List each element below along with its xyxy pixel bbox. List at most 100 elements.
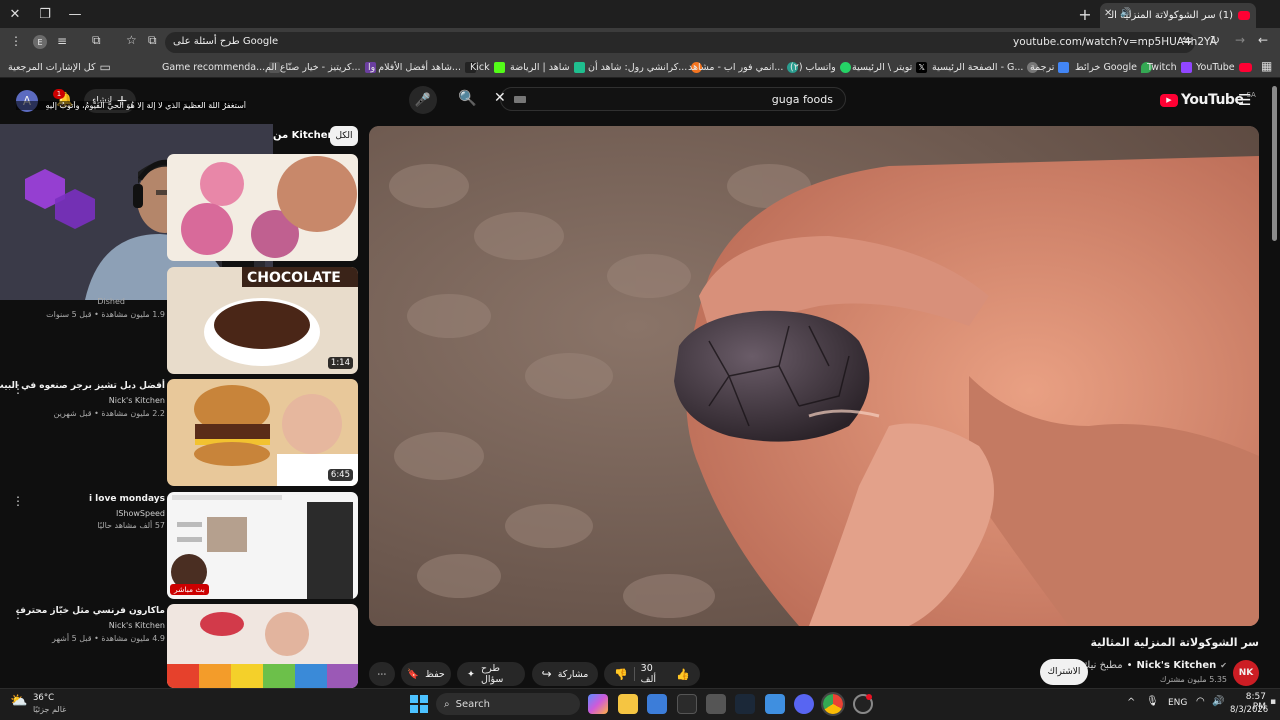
recommendation-thumbnail[interactable]: CHOCOLATE 1:14 xyxy=(167,267,358,374)
bookmark-label: خرائط Google xyxy=(1075,61,1137,73)
bookmark-item[interactable]: خرائط Google xyxy=(1075,56,1152,78)
share-button[interactable]: ↪ مشاركة xyxy=(532,662,598,686)
clock-date[interactable]: 8/3/2026 xyxy=(1230,705,1268,715)
recommendation-thumbnail[interactable] xyxy=(167,154,358,261)
close-window-icon[interactable]: ✕ xyxy=(0,0,30,28)
chip-all[interactable]: الكل xyxy=(330,126,358,146)
chip-from-kitchen[interactable]: من Kitchen xyxy=(273,130,335,141)
site-settings-icon[interactable]: ⇋ xyxy=(1182,33,1192,47)
subscribe-button[interactable]: الاشتراك xyxy=(1040,659,1088,685)
search-icon[interactable]: 🔍 xyxy=(458,89,477,107)
taskbar-search[interactable]: ⌕ Search xyxy=(436,693,580,715)
reload-icon[interactable]: ↻ xyxy=(1210,33,1220,47)
bookmark-star-icon[interactable]: ☆ xyxy=(126,33,137,47)
mail-icon[interactable] xyxy=(647,694,667,714)
video-meta: 57 ألف مشاهد حاليًا xyxy=(97,521,165,530)
video-meta: 1.9 مليون مشاهدة • قبل 5 سنوات xyxy=(46,310,165,319)
shahid-icon xyxy=(573,61,585,73)
bookmark-item[interactable]: كرانشي رول: شاهد أن... xyxy=(588,56,703,78)
steam-icon[interactable] xyxy=(735,694,755,714)
vpn-icon[interactable] xyxy=(765,694,785,714)
back-icon[interactable]: ← xyxy=(1258,33,1268,47)
video-title[interactable]: أفضل دبل تشيز برجر صنعوه في البيت xyxy=(0,381,165,391)
terminal-icon[interactable] xyxy=(677,694,697,714)
voice-search-icon[interactable]: 🎤 xyxy=(409,86,437,114)
bookmark-label: واتساب (٢) xyxy=(790,61,836,73)
share-icon: ↪ xyxy=(541,667,552,681)
microphone-icon[interactable]: 🎙 xyxy=(1146,696,1159,707)
restore-window-icon[interactable]: ❐ xyxy=(30,0,60,28)
chrome-icon[interactable] xyxy=(821,692,845,716)
menu-dots-icon[interactable]: ⋮ xyxy=(10,34,22,48)
save-button[interactable]: 🔖 حفظ xyxy=(401,662,451,686)
apps-grid-icon[interactable]: ▦ xyxy=(1261,59,1272,73)
install-app-icon[interactable]: ⧉ xyxy=(148,33,157,48)
like-count[interactable]: 30 ألف xyxy=(641,663,671,685)
channel-avatar[interactable]: NK xyxy=(1233,660,1259,686)
bookmark-item[interactable]: Kick xyxy=(470,56,505,78)
recommendation-thumbnail[interactable]: بث مباشر xyxy=(167,492,358,599)
bookmark-item[interactable]: شاهد | الرياضة xyxy=(510,56,585,78)
more-actions-icon[interactable]: ⋮ xyxy=(12,607,24,621)
video-player[interactable] xyxy=(369,126,1259,626)
bookmark-item[interactable]: انمي فور اب - مشاهد... xyxy=(688,56,799,78)
page-scrollbar-thumb[interactable] xyxy=(1272,86,1277,241)
forward-icon[interactable]: → xyxy=(1235,33,1245,47)
bookmark-item[interactable]: Twitch xyxy=(1147,56,1192,78)
video-title[interactable]: i love mondays xyxy=(89,494,165,504)
keyboard-icon[interactable] xyxy=(514,96,526,103)
minimize-window-icon[interactable]: — xyxy=(60,0,90,28)
channel-name[interactable]: IShowSpeed xyxy=(116,509,165,518)
dislike-icon[interactable]: 👎 xyxy=(614,668,628,681)
wifi-icon[interactable]: ◠ xyxy=(1196,696,1205,707)
profile-avatar[interactable]: E xyxy=(33,35,47,49)
channel-name[interactable]: Nick's Kitchen xyxy=(109,396,165,405)
bookmark-item[interactable]: ترجمة xyxy=(1030,56,1070,78)
ask-button[interactable]: ✦ طرح سؤال xyxy=(457,662,525,686)
video-title[interactable]: ماكارون فرنسي مثل خبّاز محترف xyxy=(16,606,165,616)
copilot-icon[interactable] xyxy=(588,694,608,714)
new-tab-button[interactable]: + xyxy=(1070,0,1100,28)
bookmark-item[interactable]: واتساب (٢) xyxy=(790,56,851,78)
bookmark-item[interactable]: شاهد أفضل الأفلام وا... xyxy=(368,56,476,78)
audio-icon[interactable]: 🔊 xyxy=(1120,8,1131,18)
live-badge: بث مباشر xyxy=(170,584,209,595)
more-actions-icon[interactable]: ⋮ xyxy=(12,494,24,508)
notification-count: 1 xyxy=(53,89,65,99)
channel-name-row[interactable]: مطبخ نيك • Nick's Kitchen ✔ xyxy=(1082,660,1227,671)
youtube-play-logo-icon: ▶ xyxy=(1160,93,1178,107)
bookmark-label: Twitch xyxy=(1147,61,1177,73)
weather-icon[interactable]: ⛅ xyxy=(10,693,27,709)
search-icon: ⌕ xyxy=(444,698,450,710)
weather-temp[interactable]: 36°C xyxy=(33,693,54,703)
bookmark-item[interactable]: كريتيز - خيار صنّاع الم... xyxy=(265,56,376,78)
volume-icon[interactable]: 🔊 xyxy=(1212,696,1224,707)
sparkle-icon: ✦ xyxy=(467,668,475,680)
bookmark-item[interactable]: YouTube xyxy=(1196,56,1252,78)
bookmark-item[interactable]: تويتر \ الرئيسية 𝕏 xyxy=(852,56,928,78)
more-actions-icon[interactable]: ⋮ xyxy=(12,382,24,396)
kick-icon xyxy=(493,61,505,73)
close-tab-icon[interactable]: ✕ xyxy=(1104,8,1112,19)
media-control-icon[interactable]: ≡ xyxy=(57,34,67,48)
bookmarks-folder[interactable]: كل الإشارات المرجعية ▭ xyxy=(8,56,111,78)
like-icon[interactable]: 👍 xyxy=(676,668,690,681)
file-explorer-icon[interactable] xyxy=(618,694,638,714)
bookmark-item[interactable]: الصفحة الرئيسية - G... xyxy=(932,56,1039,78)
hamburger-menu-icon[interactable]: ☰ xyxy=(1238,91,1251,109)
tray-overflow-icon[interactable]: ^ xyxy=(1127,697,1135,708)
ask-google-chip[interactable]: طرح أسئلة على Google xyxy=(173,36,278,47)
extensions-icon[interactable]: ⧉ xyxy=(92,33,101,48)
bookmark-item[interactable]: Game recommenda... xyxy=(162,56,281,78)
recommendation-thumbnail[interactable] xyxy=(167,604,358,688)
notifications-icon[interactable]: ▪ xyxy=(1270,697,1276,707)
more-options-button[interactable]: ⋯ xyxy=(369,662,395,686)
search-input[interactable]: guga foods xyxy=(500,87,846,111)
recommendation-thumbnail[interactable]: 6:45 xyxy=(167,379,358,486)
language-indicator[interactable]: ENG xyxy=(1168,698,1187,708)
channel-name[interactable]: Nick's Kitchen xyxy=(109,621,165,630)
store-icon[interactable] xyxy=(706,694,726,714)
discord-icon[interactable] xyxy=(794,694,814,714)
windows-start-icon[interactable] xyxy=(410,695,428,713)
clear-search-icon[interactable]: ✕ xyxy=(494,90,506,106)
